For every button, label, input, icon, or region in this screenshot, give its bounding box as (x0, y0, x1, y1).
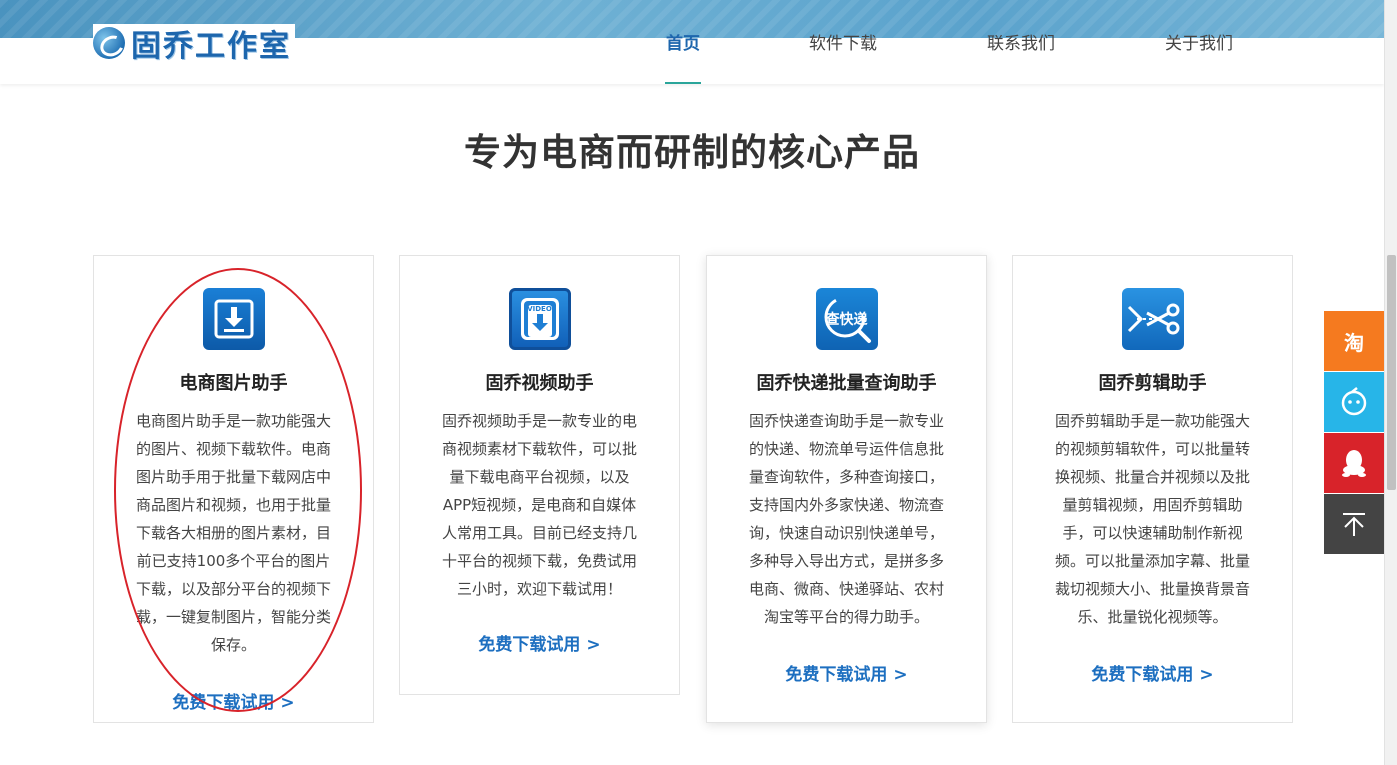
product-card-edit-helper: 固乔剪辑助手 固乔剪辑助手是一款功能强大的视频剪辑软件，可以批量转换视频、批量合… (1012, 255, 1293, 723)
taobao-icon: 淘 (1344, 330, 1364, 355)
chat-button[interactable] (1324, 372, 1384, 432)
product-description: 固乔快递查询助手是一款专业的快递、物流单号运件信息批量查询软件，多种查询接口，支… (748, 412, 944, 626)
video-icon-label: VIDEO (527, 305, 552, 313)
product-title: 固乔视频助手 (485, 373, 594, 394)
logo[interactable]: 固乔工作室 (93, 24, 295, 64)
back-to-top-button[interactable] (1324, 494, 1384, 554)
free-download-link[interactable]: 免费下载试用 > (400, 630, 679, 655)
free-download-link[interactable]: 免费下载试用 > (707, 660, 986, 685)
product-description: 电商图片助手是一款功能强大的图片、视频下载软件。电商图片助手用于批量下载网店中商… (135, 412, 331, 654)
logo-text: 固乔工作室 (131, 29, 291, 64)
page-scrollbar[interactable] (1384, 0, 1397, 765)
free-download-link[interactable]: 免费下载试用 > (94, 688, 373, 713)
logo-icon (93, 27, 125, 59)
nav-item-software-download[interactable]: 软件下载 (806, 32, 880, 84)
nav-item-home[interactable]: 首页 (665, 32, 701, 84)
express-search-icon[interactable]: 查快递 (815, 288, 878, 350)
express-icon-label: 查快递 (825, 312, 868, 328)
product-description: 固乔视频助手是一款专业的电商视频素材下载软件，可以批量下载电商平台视频，以及AP… (441, 412, 637, 598)
product-description: 固乔剪辑助手是一款功能强大的视频剪辑软件，可以批量转换视频、批量合并视频以及批量… (1054, 412, 1250, 626)
video-download-icon[interactable]: VIDEO (508, 288, 571, 350)
download-icon[interactable] (202, 288, 265, 350)
scrollbar-thumb[interactable] (1387, 255, 1396, 490)
qq-button[interactable] (1324, 433, 1384, 493)
nav-item-about[interactable]: 关于我们 (1162, 32, 1236, 84)
product-title: 固乔快递批量查询助手 (756, 373, 937, 394)
qq-penguin-icon (1342, 450, 1366, 477)
section-title: 专为电商而研制的核心产品 (464, 131, 920, 174)
product-card-image-helper: 电商图片助手 电商图片助手是一款功能强大的图片、视频下载软件。电商图片助手用于批… (93, 255, 374, 723)
product-card-express-query: 查快递 固乔快递批量查询助手 固乔快递查询助手是一款专业的快递、物流单号运件信息… (706, 255, 987, 723)
taobao-button[interactable]: 淘 (1324, 311, 1384, 371)
product-title: 电商图片助手 (179, 373, 288, 394)
nav-item-contact[interactable]: 联系我们 (984, 32, 1058, 84)
free-download-link[interactable]: 免费下载试用 > (1013, 660, 1292, 685)
product-card-video-helper: VIDEO 固乔视频助手 固乔视频助手是一款专业的电商视频素材下载软件，可以批量… (399, 255, 680, 695)
page: 固乔工作室 首页 软件下载 联系我们 关于我们 专为电商而研制的核心产品 电商图… (0, 0, 1397, 765)
scissors-icon[interactable] (1121, 288, 1184, 350)
product-title: 固乔剪辑助手 (1098, 373, 1207, 394)
back-to-top-icon (1343, 513, 1365, 536)
chat-bubble-icon (1341, 387, 1367, 416)
